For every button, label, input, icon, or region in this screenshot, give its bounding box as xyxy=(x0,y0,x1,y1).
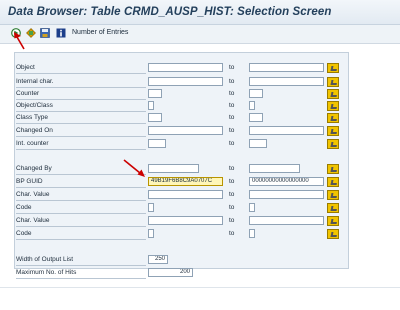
changed-by-from-input[interactable] xyxy=(148,164,199,173)
object-to-input[interactable] xyxy=(249,63,324,72)
number-of-entries-button[interactable]: Number of Entries xyxy=(72,29,128,36)
object-class-to-input[interactable] xyxy=(249,101,255,110)
internal-char-to-label: to xyxy=(229,78,235,85)
changed-by-label: Changed By xyxy=(16,164,146,175)
code-1-multiple-selection-button[interactable] xyxy=(327,203,339,213)
char-value-1-to-input[interactable] xyxy=(249,190,324,199)
class-type-to-input[interactable] xyxy=(249,113,263,122)
int-counter-multiple-selection-button[interactable] xyxy=(327,139,339,149)
int-counter-label: Int. counter xyxy=(16,139,146,150)
char-value-1-label: Char. Value xyxy=(16,190,146,201)
object-class-to-label: to xyxy=(229,102,235,109)
counter-label: Counter xyxy=(16,89,146,100)
counter-multiple-selection-button[interactable] xyxy=(327,89,339,99)
changed-by-to-input[interactable] xyxy=(249,164,300,173)
char-value-2-from-input[interactable] xyxy=(148,216,223,225)
page-title: Data Browser: Table CRMD_AUSP_HIST: Sele… xyxy=(8,6,332,18)
width-output-label: Width of Output List xyxy=(16,255,146,266)
code-2-to-label: to xyxy=(229,230,235,237)
selection-options-icon[interactable] xyxy=(26,28,36,38)
class-type-from-input[interactable] xyxy=(148,113,162,122)
execute-icon[interactable] xyxy=(11,28,21,38)
object-class-multiple-selection-button[interactable] xyxy=(327,101,339,111)
int-counter-to-label: to xyxy=(229,140,235,147)
char-value-2-label: Char. Value xyxy=(16,216,146,227)
changed-on-label: Changed On xyxy=(16,126,146,137)
status-bar xyxy=(0,287,400,288)
width-output-input[interactable]: 250 xyxy=(148,255,168,264)
class-type-multiple-selection-button[interactable] xyxy=(327,113,339,123)
char-value-2-to-label: to xyxy=(229,217,235,224)
int-counter-from-input[interactable] xyxy=(148,139,166,148)
changed-on-multiple-selection-button[interactable] xyxy=(327,126,339,136)
bp-guid-to-label: to xyxy=(229,178,235,185)
code-1-from-input[interactable] xyxy=(148,203,154,212)
counter-from-input[interactable] xyxy=(148,89,162,98)
internal-char-multiple-selection-button[interactable] xyxy=(327,77,339,87)
changed-by-to-label: to xyxy=(229,165,235,172)
object-from-input[interactable] xyxy=(148,63,223,72)
save-variant-icon[interactable] xyxy=(40,28,50,38)
bp-guid-to-input[interactable]: 00000000000000000 xyxy=(249,177,324,186)
object-multiple-selection-button[interactable] xyxy=(327,63,339,73)
changed-on-from-input[interactable] xyxy=(148,126,223,135)
max-hits-label: Maximum No. of Hits xyxy=(16,268,146,279)
application-toolbar: Number of Entries xyxy=(0,25,400,44)
internal-char-from-input[interactable] xyxy=(148,77,223,86)
code-1-label: Code xyxy=(16,203,146,214)
object-class-from-input[interactable] xyxy=(148,101,154,110)
bp-guid-label: BP GUID xyxy=(16,177,146,188)
char-value-1-from-input[interactable] xyxy=(148,190,223,199)
title-bar: Data Browser: Table CRMD_AUSP_HIST: Sele… xyxy=(0,0,400,25)
int-counter-to-input[interactable] xyxy=(249,139,267,148)
code-2-from-input[interactable] xyxy=(148,229,154,238)
code-1-to-label: to xyxy=(229,204,235,211)
changed-on-to-label: to xyxy=(229,127,235,134)
counter-to-input[interactable] xyxy=(249,89,263,98)
bp-guid-from-input[interactable]: 49B19F6B8C9A0707C xyxy=(148,177,223,186)
class-type-label: Class Type xyxy=(16,113,146,124)
char-value-1-to-label: to xyxy=(229,191,235,198)
info-icon[interactable] xyxy=(56,28,66,38)
internal-char-to-input[interactable] xyxy=(249,77,324,86)
code-2-multiple-selection-button[interactable] xyxy=(327,229,339,239)
changed-on-to-input[interactable] xyxy=(249,126,324,135)
changed-by-multiple-selection-button[interactable] xyxy=(327,164,339,174)
code-2-to-input[interactable] xyxy=(249,229,255,238)
max-hits-input[interactable]: 200 xyxy=(148,268,193,277)
char-value-2-to-input[interactable] xyxy=(249,216,324,225)
class-type-to-label: to xyxy=(229,114,235,121)
bp-guid-multiple-selection-button[interactable] xyxy=(327,177,339,187)
code-1-to-input[interactable] xyxy=(249,203,255,212)
internal-char-label: Internal char. xyxy=(16,77,146,88)
char-value-2-multiple-selection-button[interactable] xyxy=(327,216,339,226)
counter-to-label: to xyxy=(229,90,235,97)
object-label: Object xyxy=(16,63,146,74)
object-to-label: to xyxy=(229,64,235,71)
code-2-label: Code xyxy=(16,229,146,240)
char-value-1-multiple-selection-button[interactable] xyxy=(327,190,339,200)
object-class-label: Object/Class xyxy=(16,101,146,112)
